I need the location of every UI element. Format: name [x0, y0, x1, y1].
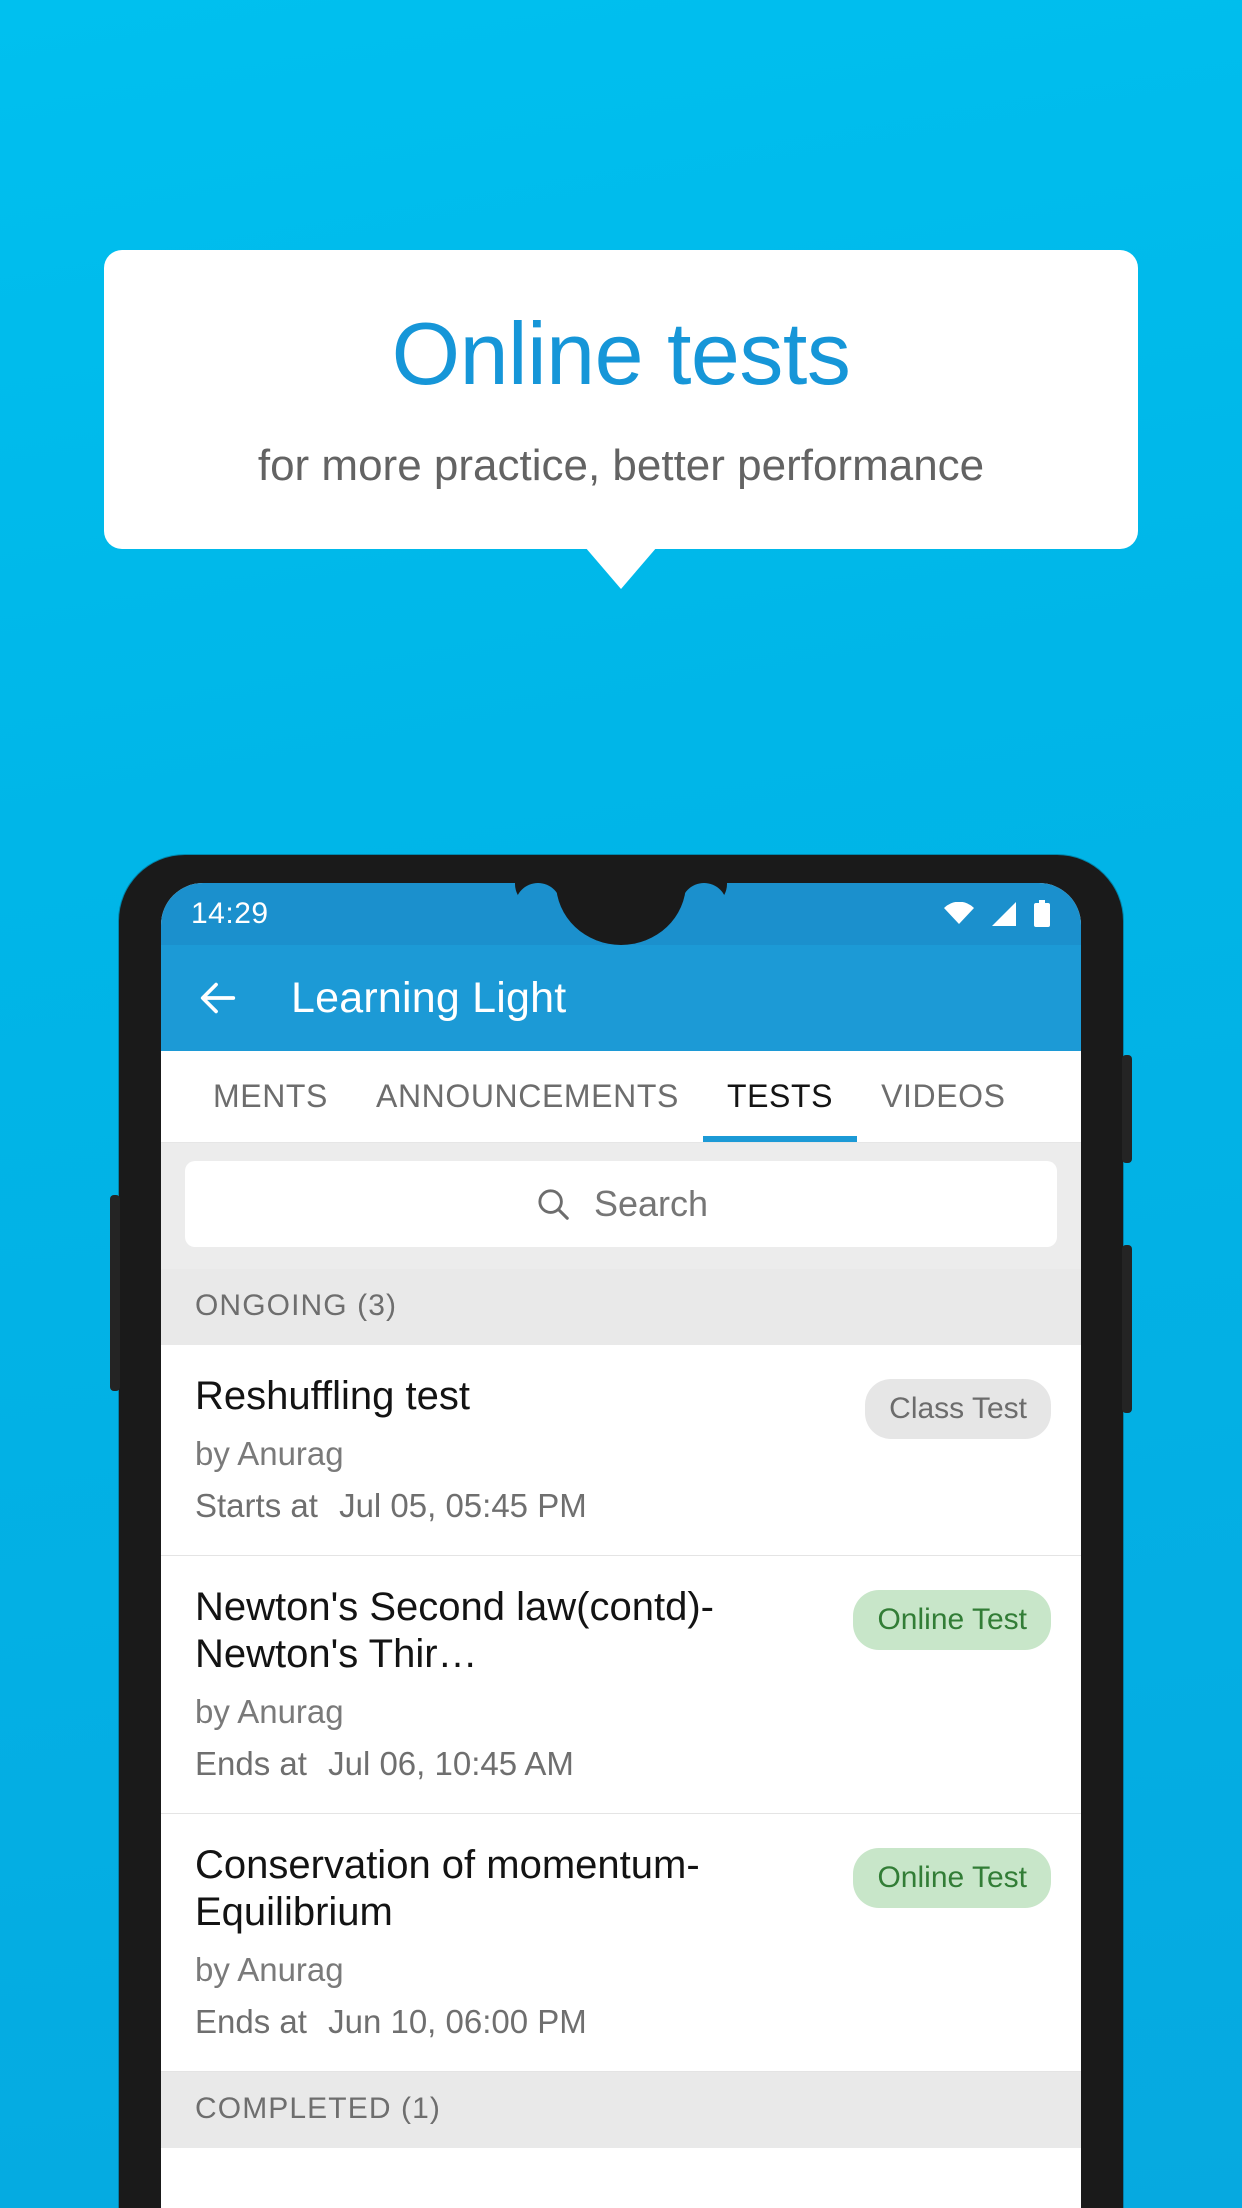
- wifi-icon: [944, 902, 974, 924]
- search-bar-container: Search: [161, 1143, 1081, 1269]
- schedule-label: Ends at: [195, 1745, 307, 1783]
- tab-videos[interactable]: VIDEOS: [857, 1051, 1030, 1142]
- tests-list: ONGOING (3) Reshuffling test by Anurag S…: [161, 1269, 1081, 2148]
- promo-screenshot: Online tests for more practice, better p…: [0, 0, 1242, 2208]
- battery-icon: [1034, 900, 1050, 927]
- promo-title: Online tests: [391, 304, 851, 403]
- schedule-value: Jun 10, 06:00 PM: [328, 2002, 587, 2040]
- tab-tests[interactable]: TESTS: [702, 1051, 858, 1142]
- table-row[interactable]: Conservation of momentum-Equilibrium by …: [161, 1814, 1081, 2072]
- section-header-ongoing: ONGOING (3): [161, 1269, 1081, 1345]
- status-badge: Class Test: [865, 1379, 1051, 1439]
- promo-callout-card: Online tests for more practice, better p…: [104, 250, 1138, 590]
- schedule-label: Ends at: [195, 2002, 307, 2040]
- phone-side-button-left: [110, 1195, 120, 1391]
- phone-power-button: [1122, 1245, 1132, 1413]
- test-schedule: Starts at Jul 05, 05:45 PM: [195, 1487, 847, 1525]
- phone-mockup: 14:29 Learning Light MENTS ANNOUNCEMENTS…: [110, 855, 1132, 2208]
- test-author: by Anurag: [195, 1950, 344, 1988]
- test-schedule: Ends at Jun 10, 06:00 PM: [195, 2003, 835, 2041]
- schedule-label: Starts at: [195, 1487, 318, 1525]
- status-badge: Online Test: [853, 1848, 1051, 1909]
- signal-icon: [992, 902, 1016, 926]
- promo-subtitle: for more practice, better performance: [257, 441, 985, 491]
- back-arrow-icon[interactable]: [195, 975, 241, 1021]
- test-title: Conservation of momentum-Equilibrium: [195, 1843, 700, 1934]
- page-title: Learning Light: [291, 973, 567, 1022]
- search-input[interactable]: Search: [185, 1161, 1057, 1247]
- callout-tail: [585, 547, 657, 590]
- test-author: by Anurag: [195, 1435, 344, 1473]
- search-icon: [538, 1189, 569, 1220]
- status-badge: Online Test: [853, 1590, 1051, 1651]
- phone-screen: 14:29 Learning Light MENTS ANNOUNCEMENTS…: [161, 883, 1081, 2208]
- status-time: 14:29: [191, 897, 269, 930]
- test-title: Reshuffling test: [195, 1374, 470, 1418]
- phone-volume-button: [1122, 1055, 1132, 1163]
- tab-bar: MENTS ANNOUNCEMENTS TESTS VIDEOS: [161, 1051, 1081, 1143]
- tab-assignments[interactable]: MENTS: [189, 1051, 352, 1142]
- schedule-value: Jul 06, 10:45 AM: [328, 1745, 574, 1783]
- search-placeholder: Search: [593, 1183, 709, 1224]
- tab-announcements[interactable]: ANNOUNCEMENTS: [352, 1051, 703, 1142]
- test-title: Newton's Second law(contd)-Newton's Thir…: [195, 1585, 714, 1676]
- test-info: Conservation of momentum-Equilibrium by …: [195, 1842, 835, 2041]
- test-schedule: Ends at Jul 06, 10:45 AM: [195, 1745, 835, 1783]
- status-bar: 14:29: [161, 883, 1081, 945]
- test-info: Reshuffling test by Anurag Starts at Jul…: [195, 1373, 847, 1525]
- table-row[interactable]: Reshuffling test by Anurag Starts at Jul…: [161, 1345, 1081, 1557]
- test-author: by Anurag: [195, 1693, 344, 1731]
- test-info: Newton's Second law(contd)-Newton's Thir…: [195, 1584, 835, 1783]
- notch-shape: [556, 883, 686, 945]
- status-icons: [943, 900, 1051, 928]
- schedule-value: Jul 05, 05:45 PM: [339, 1487, 587, 1525]
- phone-notch: [537, 883, 705, 945]
- table-row[interactable]: Newton's Second law(contd)-Newton's Thir…: [161, 1556, 1081, 1815]
- app-bar: Learning Light: [161, 945, 1081, 1051]
- notch-flank-right: [681, 883, 727, 929]
- notch-flank-left: [515, 883, 561, 929]
- section-header-completed: COMPLETED (1): [161, 2071, 1081, 2148]
